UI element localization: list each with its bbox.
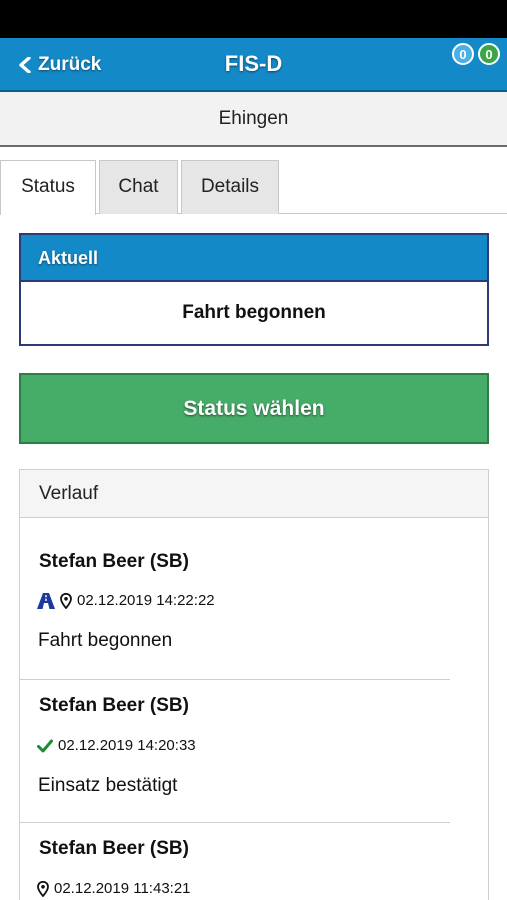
entry-author: Stefan Beer (SB) xyxy=(39,838,189,859)
entry-meta: 02.12.2019 14:22:22 xyxy=(37,592,215,609)
notification-badge-blue[interactable]: 0 xyxy=(452,43,474,65)
device-status-bar xyxy=(0,0,507,38)
app-title: FIS-D xyxy=(224,51,283,76)
highway-icon xyxy=(37,592,55,609)
entry-text: Einsatz bestätigt xyxy=(38,775,178,796)
choose-status-button[interactable]: Status wählen xyxy=(19,373,489,444)
checkmark-icon xyxy=(37,739,53,752)
history-divider xyxy=(19,822,450,823)
top-navbar: Zurück FIS-D 0 0 xyxy=(0,38,507,92)
entry-text: Fahrt begonnen xyxy=(38,630,173,651)
history-panel: Verlauf xyxy=(19,469,489,900)
entry-meta: 02.12.2019 11:43:21 xyxy=(37,880,191,897)
tab-details[interactable]: Details xyxy=(181,160,279,214)
entry-author: Stefan Beer (SB) xyxy=(39,695,189,716)
current-status-value: Fahrt begonnen xyxy=(182,302,326,323)
current-status-panel: Aktuell Fahrt begonnen xyxy=(19,233,489,346)
current-status-header: Aktuell xyxy=(21,235,487,282)
location-header: Ehingen xyxy=(0,92,507,147)
entry-author: Stefan Beer (SB) xyxy=(39,551,189,572)
entry-timestamp: 02.12.2019 11:43:21 xyxy=(54,880,191,897)
notification-badges: 0 0 xyxy=(452,43,500,65)
location-pin-icon xyxy=(60,592,72,609)
history-header: Verlauf xyxy=(20,470,488,518)
entry-meta: 02.12.2019 14:20:33 xyxy=(37,737,196,754)
history-divider xyxy=(19,679,450,680)
location-pin-icon xyxy=(37,880,49,897)
tab-bar: Status Chat Details xyxy=(0,160,507,215)
tab-chat[interactable]: Chat xyxy=(99,160,178,214)
entry-timestamp: 02.12.2019 14:22:22 xyxy=(77,592,215,609)
entry-timestamp: 02.12.2019 14:20:33 xyxy=(58,737,196,754)
notification-badge-green[interactable]: 0 xyxy=(478,43,500,65)
tab-status[interactable]: Status xyxy=(0,160,96,215)
